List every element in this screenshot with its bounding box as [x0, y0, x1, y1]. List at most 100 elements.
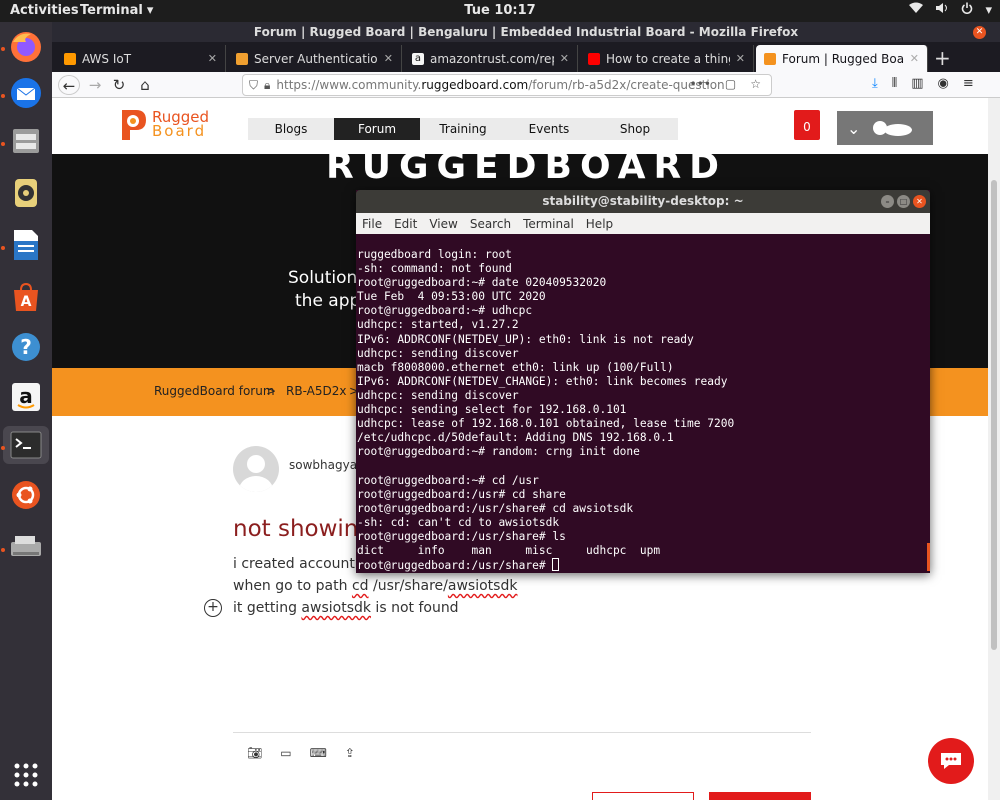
hero-subtitle-2: the app: [295, 291, 361, 311]
terminal-line: Tue Feb 4 09:53:00 UTC 2020: [357, 290, 546, 304]
cancel-button[interactable]: [592, 792, 694, 800]
terminal-line: root@ruggedboard:~# udhcpc: [357, 304, 533, 318]
upload-icon[interactable]: ⇪: [345, 746, 355, 760]
close-icon[interactable]: ✕: [560, 52, 569, 65]
library-icon[interactable]: ⫴: [892, 76, 897, 91]
nav-forum[interactable]: Forum: [334, 118, 420, 140]
lock-icon[interactable]: 🔒︎: [264, 78, 270, 93]
terminal-scrollbar[interactable]: [927, 543, 930, 571]
youtube-favicon-icon: [588, 52, 600, 65]
code-icon[interactable]: ⌨︎: [310, 746, 327, 760]
help-icon[interactable]: ?: [7, 328, 45, 366]
terminal-output[interactable]: ruggedboard login: root -sh: command: not…: [356, 234, 930, 573]
breadcrumb-forum[interactable]: RuggedBoard forum: [154, 384, 275, 398]
system-tray[interactable]: ▾: [909, 2, 992, 18]
url-bar[interactable]: ⛉ 🔒︎ https://www.community.ruggedboard.c…: [242, 74, 772, 96]
breadcrumb-rb-a5d2x[interactable]: RB-A5D2x: [286, 384, 346, 398]
tab-bar: AWS IoT ✕ Server Authentication - A ✕ a …: [52, 42, 1000, 72]
software-icon[interactable]: A: [7, 278, 45, 316]
close-icon[interactable]: ✕: [910, 52, 919, 65]
rugged-board-logo[interactable]: Rugged Board: [118, 106, 209, 142]
back-icon[interactable]: ←: [58, 75, 80, 95]
terminal-line: udhcpc: started, v1.27.2: [357, 318, 519, 332]
firefox-icon[interactable]: [7, 28, 45, 66]
post-line-1: i created account in: [233, 556, 373, 572]
ubuntu-icon[interactable]: [7, 476, 45, 514]
terminal-line: udhcpc: sending select for 192.168.0.101: [357, 403, 627, 417]
files-icon[interactable]: [7, 122, 45, 160]
bookmark-star-icon[interactable]: ☆: [750, 77, 761, 91]
top-bar: Activities Terminal ▾ Tue 10:17 ▾: [0, 0, 1000, 22]
menu-terminal[interactable]: Terminal: [523, 217, 574, 231]
publish-button[interactable]: [709, 792, 811, 800]
thunderbird-icon[interactable]: [7, 74, 45, 112]
terminal-title-bar[interactable]: stability@stability-desktop: ~ – □ ✕: [356, 190, 930, 213]
close-icon[interactable]: ✕: [736, 52, 745, 65]
terminal-window[interactable]: stability@stability-desktop: ~ – □ ✕ Fil…: [356, 190, 930, 573]
menu-file[interactable]: File: [362, 217, 382, 231]
add-content-icon[interactable]: +: [204, 599, 222, 617]
camera-icon[interactable]: 📷︎: [247, 746, 262, 760]
forward-icon[interactable]: →: [84, 75, 106, 95]
cart-icon[interactable]: 0: [794, 110, 820, 140]
terminal-line: root@ruggedboard:~# cd /usr: [357, 473, 539, 487]
terminal-line: -sh: command: not found: [357, 262, 512, 276]
reload-icon[interactable]: ↻: [108, 75, 130, 95]
minimize-icon[interactable]: –: [881, 195, 894, 208]
scrollbar-thumb[interactable]: [991, 180, 997, 650]
home-icon[interactable]: ⌂: [134, 75, 156, 95]
menu-search[interactable]: Search: [470, 217, 511, 231]
tab-server-authentication[interactable]: Server Authentication - A ✕: [228, 45, 402, 72]
nav-shop[interactable]: Shop: [592, 118, 678, 140]
terminal-title: stability@stability-desktop: ~: [542, 194, 744, 208]
account-menu[interactable]: ⌄: [837, 111, 933, 145]
navigation-toolbar: ← → ↻ ⌂ ⛉ 🔒︎ https://www.community.rugge…: [52, 72, 1000, 98]
writer-icon[interactable]: [7, 226, 45, 264]
nav-blogs[interactable]: Blogs: [248, 118, 334, 140]
gif-icon[interactable]: ▭: [280, 746, 291, 760]
main-nav: Blogs Forum Training Events Shop: [248, 118, 678, 140]
tab-aws-iot[interactable]: AWS IoT ✕: [56, 45, 226, 72]
close-icon[interactable]: ✕: [913, 195, 926, 208]
avatar[interactable]: [233, 446, 279, 492]
menu-edit[interactable]: Edit: [394, 217, 417, 231]
rhythmbox-icon[interactable]: [7, 174, 45, 212]
menu-help[interactable]: Help: [586, 217, 613, 231]
tab-amazontrust[interactable]: a amazontrust.com/repos ✕: [404, 45, 578, 72]
menu-icon[interactable]: ≡: [963, 76, 974, 91]
scanner-icon[interactable]: [7, 528, 45, 566]
close-icon[interactable]: ✕: [973, 26, 986, 39]
terminal-prompt: root@ruggedboard:/usr/share#: [357, 559, 553, 573]
aws-favicon-icon: [64, 52, 76, 65]
terminal-prompt-line[interactable]: root@ruggedboard:/usr/share#: [357, 558, 930, 573]
maximize-icon[interactable]: □: [897, 195, 910, 208]
sidebar-icon[interactable]: ▥: [911, 76, 923, 91]
nav-training[interactable]: Training: [420, 118, 506, 140]
shield-icon[interactable]: ⛉: [249, 78, 258, 93]
user-avatar-icon: [873, 121, 913, 136]
account-icon[interactable]: ◉: [938, 76, 949, 91]
page-scrollbar[interactable]: [988, 98, 1000, 800]
show-apps-icon[interactable]: [7, 756, 45, 794]
close-icon[interactable]: ✕: [208, 52, 217, 65]
amazon-icon[interactable]: a: [7, 378, 45, 416]
new-tab-icon[interactable]: +: [934, 46, 951, 70]
chat-button[interactable]: [928, 738, 974, 784]
tab-how-to-create-thing[interactable]: How to create a thing in ✕: [580, 45, 754, 72]
terminal-line: macb f8008000.ethernet eth0: link up (10…: [357, 360, 674, 374]
tab-forum-rugged-board[interactable]: Forum | Rugged Board | B ✕: [756, 45, 928, 72]
clock[interactable]: Tue 10:17: [0, 3, 1000, 18]
pocket-icon[interactable]: ▢: [725, 77, 736, 91]
breadcrumb-separator: >: [266, 384, 277, 398]
download-icon[interactable]: ⤓: [872, 76, 878, 91]
close-icon[interactable]: ✕: [384, 52, 393, 65]
hero-subtitle-1: Solutions: [288, 268, 367, 288]
svg-text:A: A: [21, 294, 32, 310]
author-name[interactable]: sowbhagya: [289, 458, 357, 472]
more-actions-icon[interactable]: •••: [690, 77, 711, 91]
terminal-icon[interactable]: [3, 426, 49, 464]
menu-view[interactable]: View: [429, 217, 457, 231]
post-title: not showing: [233, 516, 373, 542]
nav-events[interactable]: Events: [506, 118, 592, 140]
dock: A ? a: [0, 22, 52, 800]
